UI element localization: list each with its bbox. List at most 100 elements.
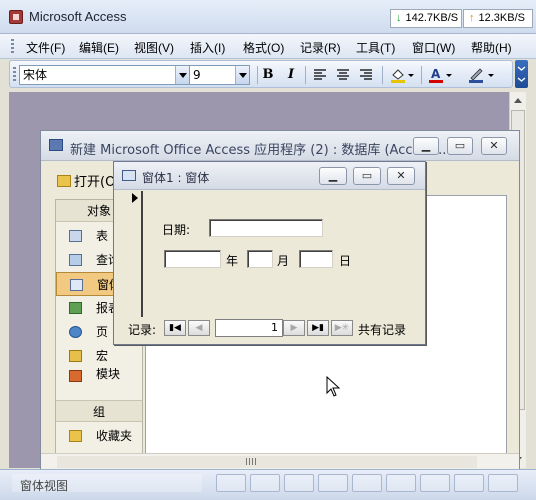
download-arrow-icon: ↓ [396, 12, 402, 24]
module-icon [69, 370, 82, 382]
menu-records[interactable]: 记录(R) [300, 39, 341, 56]
current-record-field[interactable]: 1 [215, 319, 283, 337]
open-button[interactable]: 打开(O [57, 171, 115, 190]
year-input[interactable] [164, 250, 221, 268]
toolbar-separator [421, 66, 422, 84]
new-record-button[interactable]: ▶✳ [331, 320, 353, 336]
close-icon: ✕ [489, 139, 499, 152]
close-icon: ✕ [396, 169, 406, 182]
previous-record-icon: ◀ [195, 323, 203, 333]
groups-header[interactable]: 组 [56, 400, 142, 422]
status-indicator [352, 474, 382, 492]
mouse-cursor-icon [326, 376, 340, 397]
menu-bar: 文件(F) 编辑(E) 视图(V) 插入(I) 格式(O) 记录(R) 工具(T… [0, 34, 536, 59]
scroll-thumb[interactable] [57, 456, 477, 468]
date-input[interactable] [209, 219, 323, 237]
menu-edit[interactable]: 编辑(E) [79, 39, 119, 56]
record-navigation-bar: 记录: ▮◀ ◀ 1 ▶ ▶▮ ▶✳ 共有记录 [126, 319, 426, 339]
fill-color-swatch [391, 80, 405, 83]
form-restore-button[interactable]: ▭ [353, 167, 381, 185]
menu-help[interactable]: 帮助(H) [471, 39, 512, 56]
open-folder-icon [57, 175, 71, 187]
status-indicator [386, 474, 416, 492]
status-indicator [454, 474, 484, 492]
form-window-titlebar[interactable]: 窗体1 : 窗体 ▁ ▭ ✕ [114, 162, 425, 190]
menu-view[interactable]: 视图(V) [134, 39, 174, 56]
group-favorites[interactable]: 收藏夹 [56, 424, 142, 448]
object-macros[interactable]: 宏 [56, 344, 142, 368]
align-center-icon[interactable] [333, 66, 353, 84]
next-record-icon: ▶ [290, 323, 298, 333]
report-icon [69, 302, 82, 314]
database-icon [49, 139, 63, 151]
database-window-titlebar[interactable]: 新建 Microsoft Office Access 应用程序 (2) : 数据… [41, 131, 519, 161]
form-window-title: 窗体1 : 窗体 [142, 171, 210, 185]
form-close-button[interactable]: ✕ [387, 167, 415, 185]
query-icon [69, 254, 82, 266]
record-label: 记录: [128, 323, 157, 337]
minimize-icon: ▁ [328, 169, 338, 182]
first-record-button[interactable]: ▮◀ [164, 320, 186, 336]
window-title: Microsoft Access [29, 9, 127, 24]
formatting-toolbar: 宋体 9 B I A [9, 60, 513, 88]
toolbar-options-button[interactable] [515, 60, 528, 88]
macro-icon [69, 350, 82, 362]
bold-button[interactable]: B [258, 66, 278, 84]
status-indicator [420, 474, 450, 492]
upload-speed-badge: ↑ 12.3KB/S [463, 9, 533, 28]
restore-icon: ▭ [361, 169, 373, 182]
menu-insert[interactable]: 插入(I) [190, 39, 225, 56]
record-total-label: 共有记录 [358, 323, 407, 337]
toolbar-grip-handle[interactable] [13, 67, 16, 82]
status-indicator [284, 474, 314, 492]
fill-color-button[interactable] [387, 66, 417, 84]
status-indicator [318, 474, 348, 492]
database-window-title: 新建 Microsoft Office Access 应用程序 (2) : 数据… [70, 143, 447, 158]
menu-format[interactable]: 格式(O) [243, 39, 284, 56]
object-modules[interactable]: 模块 [56, 368, 142, 382]
status-indicator [216, 474, 246, 492]
status-bar: 窗体视图 [0, 469, 536, 500]
last-record-icon: ▶▮ [312, 323, 324, 333]
menu-grip-handle[interactable] [11, 39, 14, 54]
font-name-select[interactable]: 宋体 [19, 65, 190, 85]
font-size-dropdown-icon[interactable] [235, 66, 249, 84]
form-minimize-button[interactable]: ▁ [319, 167, 347, 185]
db-restore-button[interactable]: ▭ [447, 137, 473, 155]
font-color-button[interactable]: A [425, 66, 455, 84]
first-record-icon: ▮◀ [169, 323, 181, 333]
align-left-icon[interactable] [310, 66, 330, 84]
next-record-button[interactable]: ▶ [283, 320, 305, 336]
title-bar: Microsoft Access ↓ 142.7KB/S ↑ 12.3KB/S [0, 0, 536, 34]
db-minimize-button[interactable]: ▁ [413, 137, 439, 155]
minimize-icon: ▁ [421, 139, 431, 152]
current-record-icon [132, 193, 138, 203]
align-right-icon[interactable] [356, 66, 376, 84]
form-icon [70, 279, 83, 291]
font-size-select[interactable]: 9 [189, 65, 250, 85]
svg-text:A: A [431, 67, 441, 81]
font-name-dropdown-icon[interactable] [175, 66, 189, 84]
scroll-up-icon[interactable] [514, 98, 522, 103]
month-input[interactable] [247, 250, 273, 268]
toolbar-separator [305, 66, 306, 84]
database-horizontal-scrollbar[interactable] [41, 453, 519, 470]
db-close-button[interactable]: ✕ [481, 137, 507, 155]
new-record-icon: ▶✳ [334, 323, 350, 333]
restore-icon: ▭ [454, 139, 466, 152]
day-input[interactable] [299, 250, 333, 268]
status-panel [12, 474, 202, 492]
menu-file[interactable]: 文件(F) [26, 39, 65, 56]
line-color-button[interactable] [465, 66, 497, 84]
status-indicator [250, 474, 280, 492]
record-selector[interactable] [120, 191, 143, 317]
page-icon [69, 326, 82, 338]
previous-record-button[interactable]: ◀ [188, 320, 210, 336]
menu-tools[interactable]: 工具(T) [356, 39, 395, 56]
scroll-grip-icon [246, 458, 256, 465]
table-icon [69, 230, 82, 242]
menu-window[interactable]: 窗口(W) [412, 39, 455, 56]
last-record-button[interactable]: ▶▮ [307, 320, 329, 336]
italic-button[interactable]: I [281, 66, 301, 84]
day-label: 日 [339, 254, 352, 268]
